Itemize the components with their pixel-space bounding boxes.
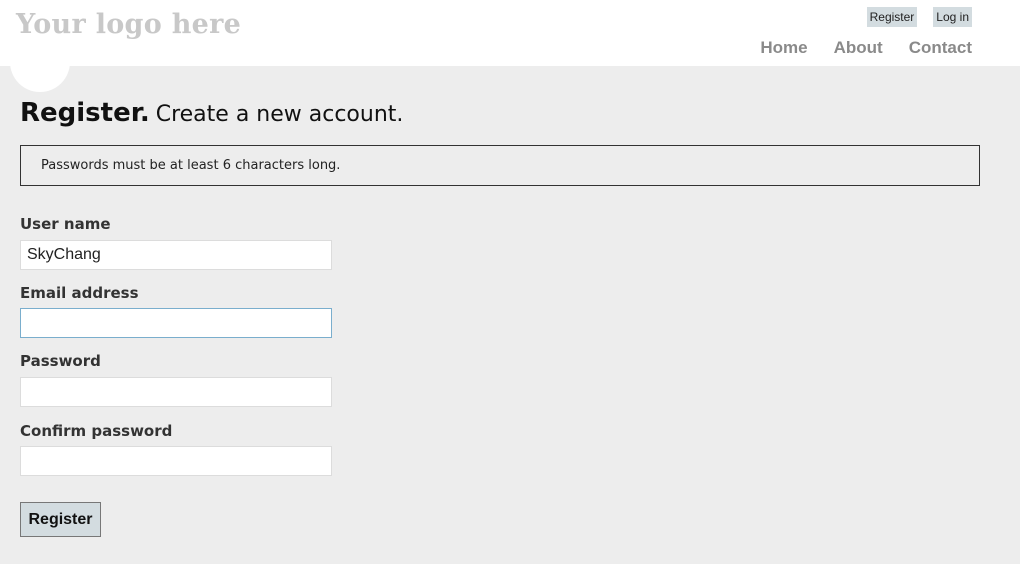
nav-item-about[interactable]: About (834, 38, 883, 58)
page-title-strong: Register. (20, 98, 150, 128)
email-input[interactable] (20, 308, 332, 338)
nav-item-contact[interactable]: Contact (909, 38, 972, 58)
login-link[interactable]: Log in (933, 7, 972, 27)
page-title: Register. Create a new account. (20, 98, 403, 128)
confirm-password-label: Confirm password (20, 422, 173, 440)
password-label: Password (20, 352, 101, 370)
page-title-subtitle: Create a new account. (155, 102, 404, 127)
site-header: Your logo here Register Log in Home Abou… (0, 0, 1020, 92)
confirm-password-input[interactable] (20, 446, 332, 476)
register-submit-button[interactable]: Register (20, 502, 101, 537)
password-requirement-notice: Passwords must be at least 6 characters … (20, 145, 980, 186)
username-label: User name (20, 215, 111, 233)
logo-circle-decoration (10, 32, 70, 92)
nav-item-home[interactable]: Home (760, 38, 807, 58)
username-input[interactable] (20, 240, 332, 270)
email-label: Email address (20, 284, 139, 302)
login-area: Register Log in (866, 7, 972, 27)
site-logo[interactable]: Your logo here (16, 9, 241, 40)
password-input[interactable] (20, 377, 332, 407)
main-nav: Home About Contact (760, 38, 972, 58)
register-link[interactable]: Register (866, 7, 918, 27)
